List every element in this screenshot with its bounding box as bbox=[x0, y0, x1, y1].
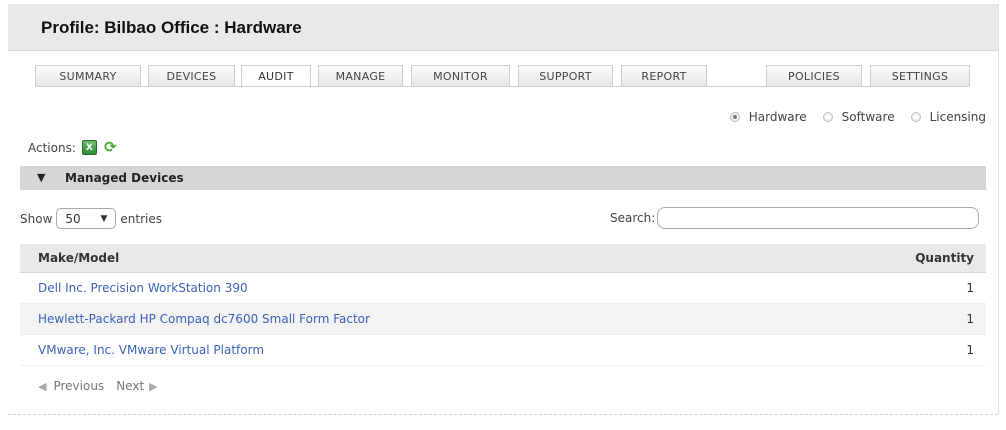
table-row: VMware, Inc. VMware Virtual Platform 1 bbox=[20, 335, 986, 366]
pagination: ◀ Previous Next ▶ bbox=[38, 379, 158, 393]
entries-select-value: 50 bbox=[65, 211, 81, 226]
tab-underline bbox=[35, 86, 968, 87]
table-header: Make/Model Quantity bbox=[20, 244, 986, 273]
previous-arrow-icon[interactable]: ◀ bbox=[38, 380, 46, 393]
radio-software[interactable]: Software bbox=[822, 110, 895, 124]
group-title: Managed Devices bbox=[65, 171, 184, 185]
tab-devices[interactable]: DEVICES bbox=[148, 65, 235, 87]
quantity-cell: 1 bbox=[966, 281, 974, 295]
tab-report[interactable]: REPORT bbox=[621, 65, 707, 87]
tab-summary[interactable]: SUMMARY bbox=[35, 65, 141, 87]
page-header: Profile: Bilbao Office : Hardware bbox=[8, 4, 998, 51]
tab-support[interactable]: SUPPORT bbox=[518, 65, 613, 87]
excel-export-icon[interactable]: X bbox=[81, 140, 97, 155]
devices-table: Make/Model Quantity Dell Inc. Precision … bbox=[20, 244, 986, 366]
tab-audit[interactable]: AUDIT bbox=[241, 65, 311, 88]
profile-panel: Profile: Bilbao Office : Hardware SUMMAR… bbox=[8, 4, 999, 415]
show-label: Show bbox=[20, 211, 53, 226]
radio-licensing[interactable]: Licensing bbox=[910, 110, 986, 124]
quantity-cell: 1 bbox=[966, 343, 974, 357]
column-header-quantity[interactable]: Quantity bbox=[915, 251, 974, 265]
entries-select[interactable]: 50 ▼ bbox=[56, 208, 117, 229]
column-header-make-model[interactable]: Make/Model bbox=[38, 251, 119, 265]
table-row: Dell Inc. Precision WorkStation 390 1 bbox=[20, 273, 986, 304]
radio-unselected-icon bbox=[910, 112, 921, 122]
actions-bar: Actions: X ⟳ bbox=[28, 140, 118, 155]
tab-settings[interactable]: SETTINGS bbox=[870, 65, 970, 87]
radio-software-label: Software bbox=[841, 110, 895, 124]
page-title: Profile: Bilbao Office : Hardware bbox=[41, 18, 302, 37]
tab-monitor[interactable]: MONITOR bbox=[411, 65, 510, 87]
chevron-down-icon: ▼ bbox=[100, 213, 108, 224]
search-label: Search: bbox=[610, 211, 656, 225]
tab-policies[interactable]: POLICIES bbox=[766, 65, 862, 87]
tab-bar: SUMMARY DEVICES AUDIT MANAGE MONITOR SUP… bbox=[35, 65, 983, 88]
radio-hardware[interactable]: Hardware bbox=[729, 110, 807, 124]
collapse-triangle-icon[interactable]: ▼ bbox=[37, 166, 45, 190]
radio-unselected-icon bbox=[822, 112, 833, 122]
make-model-link[interactable]: Hewlett-Packard HP Compaq dc7600 Small F… bbox=[38, 312, 370, 326]
quantity-cell: 1 bbox=[966, 312, 974, 326]
search-input[interactable] bbox=[657, 207, 980, 229]
tab-manage[interactable]: MANAGE bbox=[318, 65, 403, 87]
previous-button[interactable]: Previous bbox=[53, 379, 104, 393]
page-length-control: Show 50 ▼ entries bbox=[20, 208, 162, 229]
table-row: Hewlett-Packard HP Compaq dc7600 Small F… bbox=[20, 304, 986, 335]
radio-hardware-label: Hardware bbox=[748, 110, 807, 124]
managed-devices-header[interactable]: ▼ Managed Devices bbox=[20, 166, 986, 190]
actions-label: Actions: bbox=[28, 140, 76, 155]
audit-type-radio-group: Hardware Software Licensing bbox=[714, 110, 986, 124]
radio-selected-icon bbox=[729, 112, 740, 122]
entries-label: entries bbox=[120, 211, 162, 226]
next-button[interactable]: Next bbox=[116, 379, 144, 393]
radio-licensing-label: Licensing bbox=[929, 110, 986, 124]
bottom-divider bbox=[8, 414, 998, 415]
make-model-link[interactable]: VMware, Inc. VMware Virtual Platform bbox=[38, 343, 264, 357]
search-control: Search: bbox=[610, 207, 980, 229]
make-model-link[interactable]: Dell Inc. Precision WorkStation 390 bbox=[38, 281, 248, 295]
refresh-icon[interactable]: ⟳ bbox=[103, 140, 118, 155]
next-arrow-icon[interactable]: ▶ bbox=[149, 380, 157, 393]
